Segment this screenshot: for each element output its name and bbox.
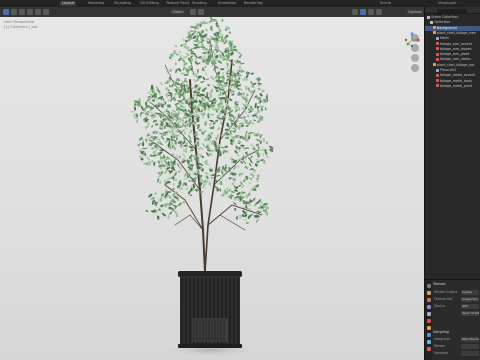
outliner-row-label: Background bbox=[437, 25, 457, 30]
outliner-row[interactable]: foliage_metal_body bbox=[425, 79, 480, 84]
object-type-icon bbox=[436, 47, 439, 51]
scene-selector[interactable]: Scene bbox=[378, 1, 393, 6]
outliner-row-label: Mesh bbox=[440, 36, 449, 41]
outliner-row[interactable]: foliage_arm_stems bbox=[425, 57, 480, 62]
object-type-icon bbox=[430, 20, 433, 24]
outliner-row[interactable]: foliage_metal_plant bbox=[425, 84, 480, 89]
outliner-row-label: plant_shell_foliage_tree bbox=[437, 30, 476, 35]
property-label: Render bbox=[434, 344, 446, 348]
object-type-icon bbox=[433, 26, 436, 30]
data-tab-icon[interactable] bbox=[426, 340, 431, 344]
workspace-tab[interactable]: UV Editing bbox=[138, 1, 161, 6]
object-type-icon bbox=[436, 36, 439, 40]
outliner-row[interactable]: Background bbox=[425, 25, 480, 31]
outliner-row[interactable]: Collection bbox=[425, 20, 480, 25]
outliner-row[interactable]: plant_shell_foliage_pot bbox=[425, 63, 480, 68]
outliner-row-label: foliage_arm_plant bbox=[440, 52, 470, 57]
property-field[interactable]: Cycles bbox=[461, 290, 479, 295]
outliner-row[interactable]: Scene Collection bbox=[425, 15, 480, 20]
outliner-row-label: Plane.001 bbox=[440, 68, 457, 72]
material-tab-icon[interactable] bbox=[426, 347, 431, 351]
potted-tree-render bbox=[130, 17, 274, 357]
property-label: Feature Set bbox=[434, 297, 453, 301]
outliner-row[interactable]: foliage_arm_leaves bbox=[425, 47, 480, 52]
modifier-tab-icon[interactable] bbox=[426, 333, 431, 337]
property-field[interactable]: Path Tracing bbox=[461, 337, 479, 342]
outliner-row-label: foliage_metal_plant bbox=[440, 83, 473, 88]
property-label: Integrator bbox=[434, 337, 450, 341]
view-layer-tab-icon[interactable] bbox=[426, 305, 431, 309]
view-layer-selector[interactable]: ViewLayer bbox=[436, 1, 459, 6]
3d-viewport[interactable]: Global Options User Perspective (1) Coll… bbox=[0, 7, 424, 360]
outliner-row[interactable]: foliage_arm_plant bbox=[425, 52, 480, 57]
property-label: Render Engine bbox=[434, 290, 458, 294]
property-field[interactable] bbox=[461, 344, 479, 349]
property-field[interactable]: Open Shading bbox=[461, 311, 479, 316]
object-type-icon bbox=[436, 57, 439, 61]
outliner-row-label: foliage_metal_body bbox=[440, 78, 473, 83]
workspace-tab[interactable]: Shading bbox=[190, 1, 209, 6]
outliner-row-label: foliage_metal_accent bbox=[440, 73, 475, 78]
property-field[interactable]: Supported bbox=[461, 297, 479, 302]
object-type-icon bbox=[436, 42, 439, 45]
sampling-section-title[interactable]: Sampling bbox=[433, 330, 449, 335]
workspace-tab[interactable]: Animation bbox=[216, 1, 238, 6]
outliner-row-label: foliage_arm_accent bbox=[440, 41, 473, 46]
object-tab-icon[interactable] bbox=[426, 326, 431, 330]
outliner-row-label: Scene Collection bbox=[431, 15, 459, 19]
object-type-icon bbox=[433, 31, 436, 35]
object-type-icon bbox=[427, 15, 430, 19]
object-type-icon bbox=[436, 79, 439, 83]
workspace-tab[interactable]: Rendering bbox=[242, 1, 264, 6]
outliner-header bbox=[425, 7, 480, 14]
output-tab-icon[interactable] bbox=[426, 298, 431, 302]
object-type-icon bbox=[436, 68, 439, 72]
workspace-tab[interactable]: Texture Paint bbox=[164, 1, 191, 6]
outliner-row-label: Collection bbox=[434, 20, 451, 25]
outliner-row[interactable]: Mesh bbox=[425, 36, 480, 41]
tool-tab-icon[interactable] bbox=[426, 284, 431, 288]
blender-window: Layout Modeling Sculpting UV Editing Texture… bbox=[0, 0, 480, 360]
world-tab-icon[interactable] bbox=[426, 319, 431, 323]
outliner-search-input[interactable] bbox=[437, 8, 467, 13]
outliner-row[interactable]: foliage_arm_accent bbox=[425, 42, 480, 47]
object-type-icon bbox=[433, 63, 436, 67]
outliner-row[interactable]: plant_shell_foliage_tree bbox=[425, 31, 480, 36]
outliner-row-label: plant_shell_foliage_pot bbox=[437, 62, 475, 67]
outliner-row[interactable]: Plane.001 bbox=[425, 68, 480, 73]
outliner-panel[interactable]: Scene Collection Collection Background plan… bbox=[424, 7, 480, 279]
top-bar: Layout Modeling Sculpting UV Editing Texture… bbox=[0, 0, 480, 7]
workspace-tab[interactable]: Layout bbox=[60, 1, 77, 6]
object-type-icon bbox=[436, 52, 439, 56]
render-tab-icon[interactable] bbox=[426, 291, 431, 295]
object-type-icon bbox=[436, 73, 439, 77]
workspace-tab[interactable]: Modeling bbox=[86, 1, 106, 6]
outliner-row[interactable]: foliage_metal_accent bbox=[425, 73, 480, 78]
object-type-icon bbox=[436, 84, 439, 88]
properties-panel[interactable]: Texture Render Engine Cycles Feature Set Su… bbox=[424, 279, 480, 360]
property-label: Viewport bbox=[434, 351, 449, 355]
properties-section-title: Texture bbox=[433, 282, 446, 286]
outliner-row-label: foliage_arm_stems bbox=[440, 57, 471, 62]
outliner-row-label: foliage_arm_leaves bbox=[440, 46, 472, 51]
properties-tabs bbox=[425, 280, 432, 360]
property-label: Device bbox=[434, 304, 445, 308]
property-field[interactable]: GPU bbox=[461, 304, 479, 309]
workspace-tab[interactable]: Sculpting bbox=[112, 1, 133, 6]
property-field[interactable] bbox=[461, 351, 479, 356]
scene-tab-icon[interactable] bbox=[426, 312, 431, 316]
